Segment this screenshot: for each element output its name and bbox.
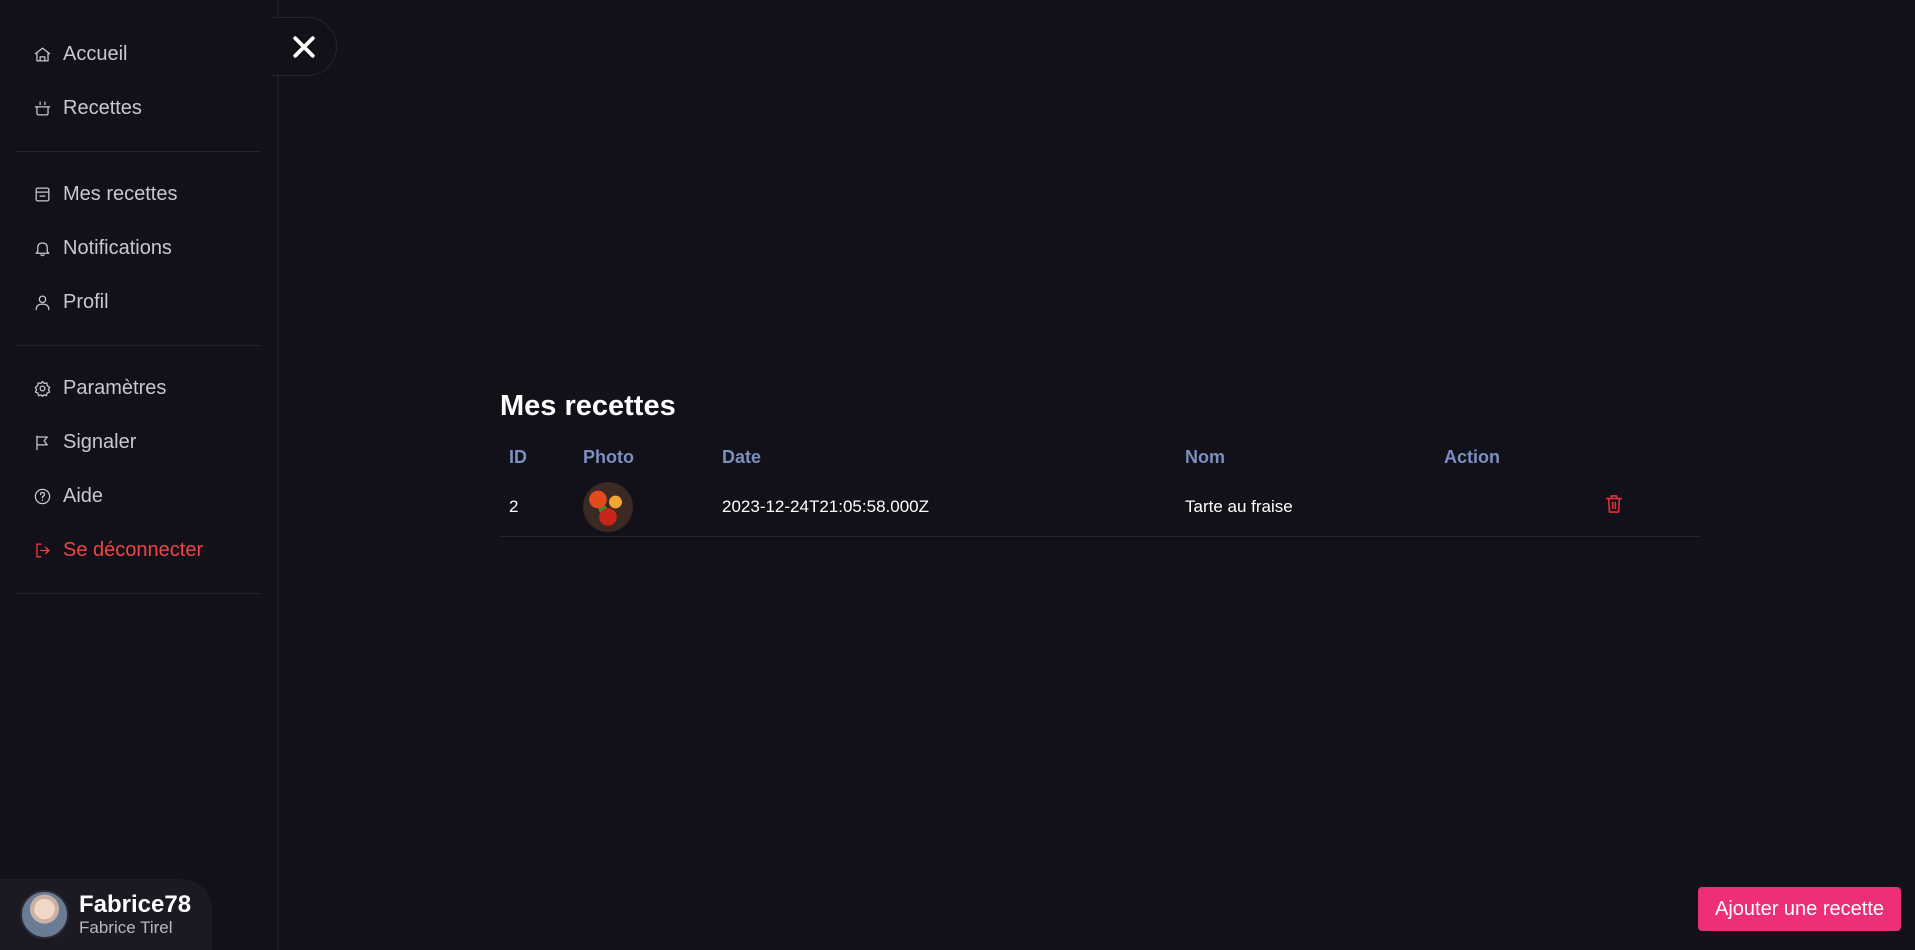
sidebar-item-signaler[interactable]: Signaler bbox=[16, 415, 261, 469]
sidebar-item-notifications[interactable]: Notifications bbox=[16, 221, 261, 275]
sidebar-item-aide[interactable]: Aide bbox=[16, 469, 261, 523]
sidebar-divider bbox=[16, 345, 261, 346]
sidebar-item-accueil[interactable]: Accueil bbox=[16, 27, 261, 81]
sidebar-item-label: Aide bbox=[63, 484, 104, 507]
column-header-photo: Photo bbox=[583, 447, 634, 467]
user-icon bbox=[32, 292, 52, 312]
sidebar-item-label: Mes recettes bbox=[63, 182, 178, 205]
close-sidebar-button[interactable] bbox=[272, 17, 337, 76]
sidebar-item-profil[interactable]: Profil bbox=[16, 275, 261, 329]
user-fullname: Fabrice Tirel bbox=[79, 917, 173, 937]
nav-group-personal: Mes recettes Notifications Profil bbox=[0, 167, 277, 346]
sidebar: Accueil Recettes Mes recettes Notificati… bbox=[0, 0, 279, 950]
trash-icon bbox=[1605, 495, 1623, 514]
page-title: Mes recettes bbox=[500, 390, 676, 422]
table-header-row: ID Photo Date Nom Action bbox=[500, 447, 1700, 478]
sidebar-divider bbox=[16, 151, 261, 152]
recipes-table: ID Photo Date Nom Action 2 2023-12-24T21… bbox=[500, 447, 1700, 537]
recipe-photo bbox=[583, 481, 633, 532]
sidebar-item-parametres[interactable]: Paramètres bbox=[16, 361, 261, 415]
nav-group-system: Paramètres Signaler Aide Se déconnecter bbox=[0, 361, 277, 594]
close-icon bbox=[293, 35, 315, 58]
logout-icon bbox=[32, 540, 52, 560]
column-header-action: Action bbox=[1444, 447, 1500, 467]
column-header-nom: Nom bbox=[1185, 447, 1225, 467]
sidebar-item-label: Paramètres bbox=[63, 376, 167, 399]
sidebar-item-label: Se déconnecter bbox=[63, 538, 204, 561]
sidebar-item-label: Accueil bbox=[63, 42, 128, 65]
sidebar-item-label: Signaler bbox=[63, 430, 137, 453]
column-header-date: Date bbox=[722, 447, 762, 467]
delete-button[interactable] bbox=[1605, 494, 1623, 519]
add-recipe-button[interactable]: Ajouter une recette bbox=[1698, 887, 1901, 931]
sidebar-item-logout[interactable]: Se déconnecter bbox=[16, 523, 261, 577]
sidebar-item-label: Notifications bbox=[63, 236, 172, 259]
sidebar-item-mes-recettes[interactable]: Mes recettes bbox=[16, 167, 261, 221]
sidebar-item-label: Profil bbox=[63, 290, 109, 313]
avatar bbox=[20, 890, 69, 939]
column-header-id: ID bbox=[509, 447, 527, 467]
cell-name: Tarte au fraise bbox=[1176, 478, 1435, 537]
home-icon bbox=[32, 44, 52, 64]
help-icon bbox=[32, 486, 52, 506]
cell-id: 2 bbox=[500, 478, 574, 537]
cell-photo bbox=[574, 478, 713, 537]
bell-icon bbox=[32, 238, 52, 258]
sidebar-item-label: Recettes bbox=[63, 96, 142, 119]
cell-date: 2023-12-24T21:05:58.000Z bbox=[713, 478, 1176, 537]
table-row: 2 2023-12-24T21:05:58.000Z Tarte au frai… bbox=[500, 478, 1700, 537]
user-card[interactable]: Fabrice78 Fabrice Tirel bbox=[0, 879, 212, 950]
user-info: Fabrice78 Fabrice Tirel bbox=[79, 890, 192, 938]
sidebar-divider bbox=[16, 593, 261, 594]
pot-icon bbox=[32, 98, 52, 118]
store-icon bbox=[32, 184, 52, 204]
user-handle: Fabrice78 bbox=[79, 890, 192, 918]
main-content: Mes recettes ID Photo Date Nom Action 2 … bbox=[500, 390, 1700, 537]
gear-icon bbox=[32, 378, 52, 398]
nav-group-main: Accueil Recettes bbox=[0, 0, 277, 152]
flag-icon bbox=[32, 432, 52, 452]
cell-action bbox=[1435, 478, 1700, 537]
sidebar-item-recettes[interactable]: Recettes bbox=[16, 81, 261, 135]
